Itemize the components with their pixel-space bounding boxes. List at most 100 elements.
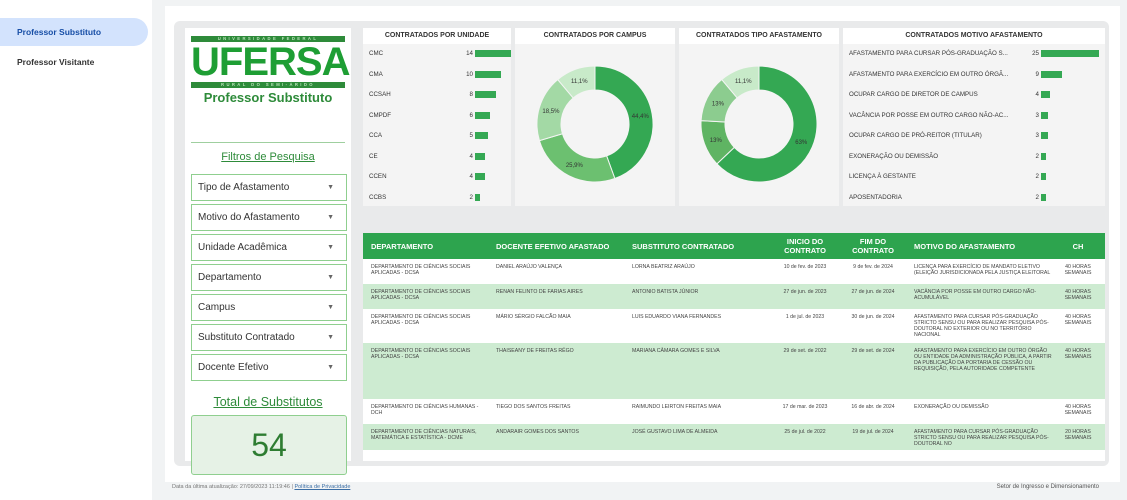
bar-row[interactable]: CCBS 2 (363, 188, 511, 209)
bar (475, 173, 486, 180)
cell-docente: MÁRIO SÉRGIO FALCÃO MAIA (496, 314, 571, 320)
bar-value-label: 3 (1035, 132, 1039, 139)
table-header: DEPARTAMENTO DOCENTE EFETIVO AFASTADO SU… (363, 233, 1105, 259)
bar-row[interactable]: OCUPAR CARGO DE DIRETOR DE CAMPUS 4 (843, 85, 1105, 106)
filter-substituto-contratado[interactable]: Substituto Contratado ▼ (191, 324, 347, 351)
nav-item-professor-substituto[interactable]: Professor Substituto (0, 18, 148, 46)
privacy-link[interactable]: Política de Privacidade (294, 484, 350, 490)
bar-value-label: 3 (1035, 111, 1039, 119)
col-header-fim[interactable]: FIM DO CONTRATO (843, 233, 903, 259)
chevron-down-icon: ▼ (327, 244, 334, 251)
bar-row[interactable]: CMA 10 (363, 65, 511, 86)
filter-tipo-afastamento[interactable]: Tipo de Afastamento ▼ (191, 174, 347, 201)
cell-inicio: 25 de jul. de 2022 (784, 429, 826, 435)
slice-label: 11,1% (735, 79, 752, 85)
cell-substituto: ANTONIO BATISTA JÚNIOR (632, 289, 699, 295)
bar-row[interactable]: AFASTAMENTO PARA CURSAR PÓS-GRADUAÇÃO S.… (843, 44, 1105, 65)
bar-value-label: 9 (1035, 70, 1039, 78)
cell-ch: 20 HORAS SEMANAIS (1064, 429, 1092, 441)
bar-value-label: 4 (469, 173, 473, 180)
filter-unidade-academica[interactable]: Unidade Acadêmica ▼ (191, 234, 347, 261)
slice-label: 25,9% (566, 163, 584, 169)
bar-row[interactable]: AFASTAMENTO PARA EXERCÍCIO EM OUTRO ÓRGÃ… (843, 65, 1105, 86)
cell-fim: 30 de jun. de 2024 (851, 314, 895, 320)
credit-text: Setor de Ingresso e Dimensionamento (996, 484, 1099, 490)
bar-label: CMC (369, 50, 384, 57)
bar (475, 152, 486, 160)
bar (1041, 152, 1046, 160)
cell-docente: THAISEANY DE FREITAS RÊGO (496, 348, 574, 354)
cell-docente: DANIEL ARAÚJO VALENÇA (496, 264, 563, 270)
col-header-docente[interactable]: DOCENTE EFETIVO AFASTADO (496, 233, 626, 259)
bar-label: CCA (369, 132, 383, 139)
cell-departamento: DEPARTAMENTO DE CIÊNCIAS SOCIAIS APLICAD… (371, 348, 471, 360)
cell-docente: ANDARAIR GOMES DOS SANTOS (496, 429, 579, 435)
data-table: DEPARTAMENTO DOCENTE EFETIVO AFASTADO SU… (363, 233, 1105, 461)
cell-motivo: VACÂNCIA POR POSSE EM OUTRO CARGO NÃO-AC… (914, 289, 1037, 301)
chart-title: CONTRATADOS POR CAMPUS (515, 28, 675, 44)
divider (191, 142, 345, 143)
cell-docente: RENAN FELINTO DE FARIAS AIRES (496, 289, 583, 295)
filter-label: Docente Efetivo (198, 362, 269, 373)
col-header-substituto[interactable]: SUBSTITUTO CONTRATADO (632, 233, 762, 259)
table-row[interactable]: DEPARTAMENTO DE CIÊNCIAS HUMANAS - DCH TI… (363, 399, 1105, 424)
bar-row[interactable]: CMC 14 (363, 44, 511, 65)
chevron-down-icon: ▼ (327, 184, 334, 191)
slice-label: 11,1% (571, 79, 588, 85)
chevron-down-icon: ▼ (327, 364, 334, 371)
bar (475, 132, 488, 139)
total-value: 54 (191, 415, 347, 475)
cell-departamento: DEPARTAMENTO DE CIÊNCIAS HUMANAS - DCH (371, 404, 479, 416)
bar-row[interactable]: CCEN 4 (363, 167, 511, 188)
bar-row[interactable]: CCSAH 8 (363, 85, 511, 106)
bar-row[interactable]: CCA 5 (363, 126, 511, 147)
table-row[interactable]: DEPARTAMENTO DE CIÊNCIAS NATURAIS, MATEM… (363, 424, 1105, 450)
bar-row[interactable]: LICENÇA À GESTANTE 2 (843, 167, 1105, 188)
bar (475, 70, 501, 78)
donut-chart-campus: 44,4% 25,9% 18,5% 11,1% (536, 65, 654, 183)
bar-value-label: 6 (469, 111, 473, 119)
last-update: Data da última atualização: 27/09/2023 1… (172, 484, 290, 490)
bar-row[interactable]: CE 4 (363, 147, 511, 168)
chevron-down-icon: ▼ (327, 274, 334, 281)
filter-motivo-afastamento[interactable]: Motivo do Afastamento ▼ (191, 204, 347, 231)
bar-row[interactable]: EXONERAÇÃO OU DEMISSÃO 2 (843, 147, 1105, 168)
filter-departamento[interactable]: Departamento ▼ (191, 264, 347, 291)
filter-docente-efetivo[interactable]: Docente Efetivo ▼ (191, 354, 347, 381)
slice-label: 63% (795, 140, 808, 146)
cell-fim: 16 de abr. de 2024 (851, 404, 895, 410)
bar-value-label: 10 (466, 70, 473, 78)
bar-value-label: 4 (469, 152, 473, 160)
filter-label: Unidade Acadêmica (198, 242, 287, 253)
bar-row[interactable]: OCUPAR CARGO DE PRÓ-REITOR (TITULAR) 3 (843, 126, 1105, 147)
bar (1041, 91, 1051, 98)
col-header-motivo[interactable]: MOTIVO DO AFASTAMENTO (914, 233, 1054, 259)
filters-title: Filtros de Pesquisa (221, 151, 315, 163)
col-header-ch[interactable]: CH (1058, 233, 1098, 259)
filter-label: Departamento (198, 272, 262, 283)
cell-motivo: AFASTAMENTO PARA CURSAR PÓS-GRADUAÇÃO ST… (914, 314, 1049, 338)
chevron-down-icon: ▼ (327, 304, 334, 311)
cell-ch: 40 HORAS SEMANAIS (1064, 314, 1092, 326)
bar-row[interactable]: CMPDF 6 (363, 106, 511, 127)
nav-item-professor-visitante[interactable]: Professor Visitante (0, 48, 152, 76)
slice-label: 44,4% (632, 114, 650, 120)
col-header-inicio[interactable]: INICIO DO CONTRATO (775, 233, 835, 259)
table-row[interactable]: DEPARTAMENTO DE CIÊNCIAS SOCIAIS APLICAD… (363, 284, 1105, 309)
bar-value-label: 14 (466, 50, 473, 57)
table-row[interactable]: DEPARTAMENTO DE CIÊNCIAS SOCIAIS APLICAD… (363, 259, 1105, 284)
bar-value-label: 4 (1035, 91, 1039, 98)
table-row[interactable]: DEPARTAMENTO DE CIÊNCIAS SOCIAIS APLICAD… (363, 309, 1105, 343)
slice-label: 13% (712, 101, 725, 107)
bar-row[interactable]: VACÂNCIA POR POSSE EM OUTRO CARGO NÃO-AC… (843, 106, 1105, 127)
cell-ch: 40 HORAS SEMANAIS (1064, 264, 1092, 276)
table-row[interactable]: DEPARTAMENTO DE CIÊNCIAS SOCIAIS APLICAD… (363, 343, 1105, 399)
bar-chart-motivo: AFASTAMENTO PARA CURSAR PÓS-GRADUAÇÃO S.… (843, 44, 1105, 208)
donut-slice[interactable] (538, 133, 616, 183)
filter-campus[interactable]: Campus ▼ (191, 294, 347, 321)
col-header-departamento[interactable]: DEPARTAMENTO (371, 233, 481, 259)
cell-motivo: AFASTAMENTO PARA CURSAR PÓS-GRADUAÇÃO ST… (914, 429, 1049, 447)
bar (475, 50, 511, 57)
bar (1041, 70, 1062, 78)
bar-row[interactable]: APOSENTADORIA 2 (843, 188, 1105, 209)
